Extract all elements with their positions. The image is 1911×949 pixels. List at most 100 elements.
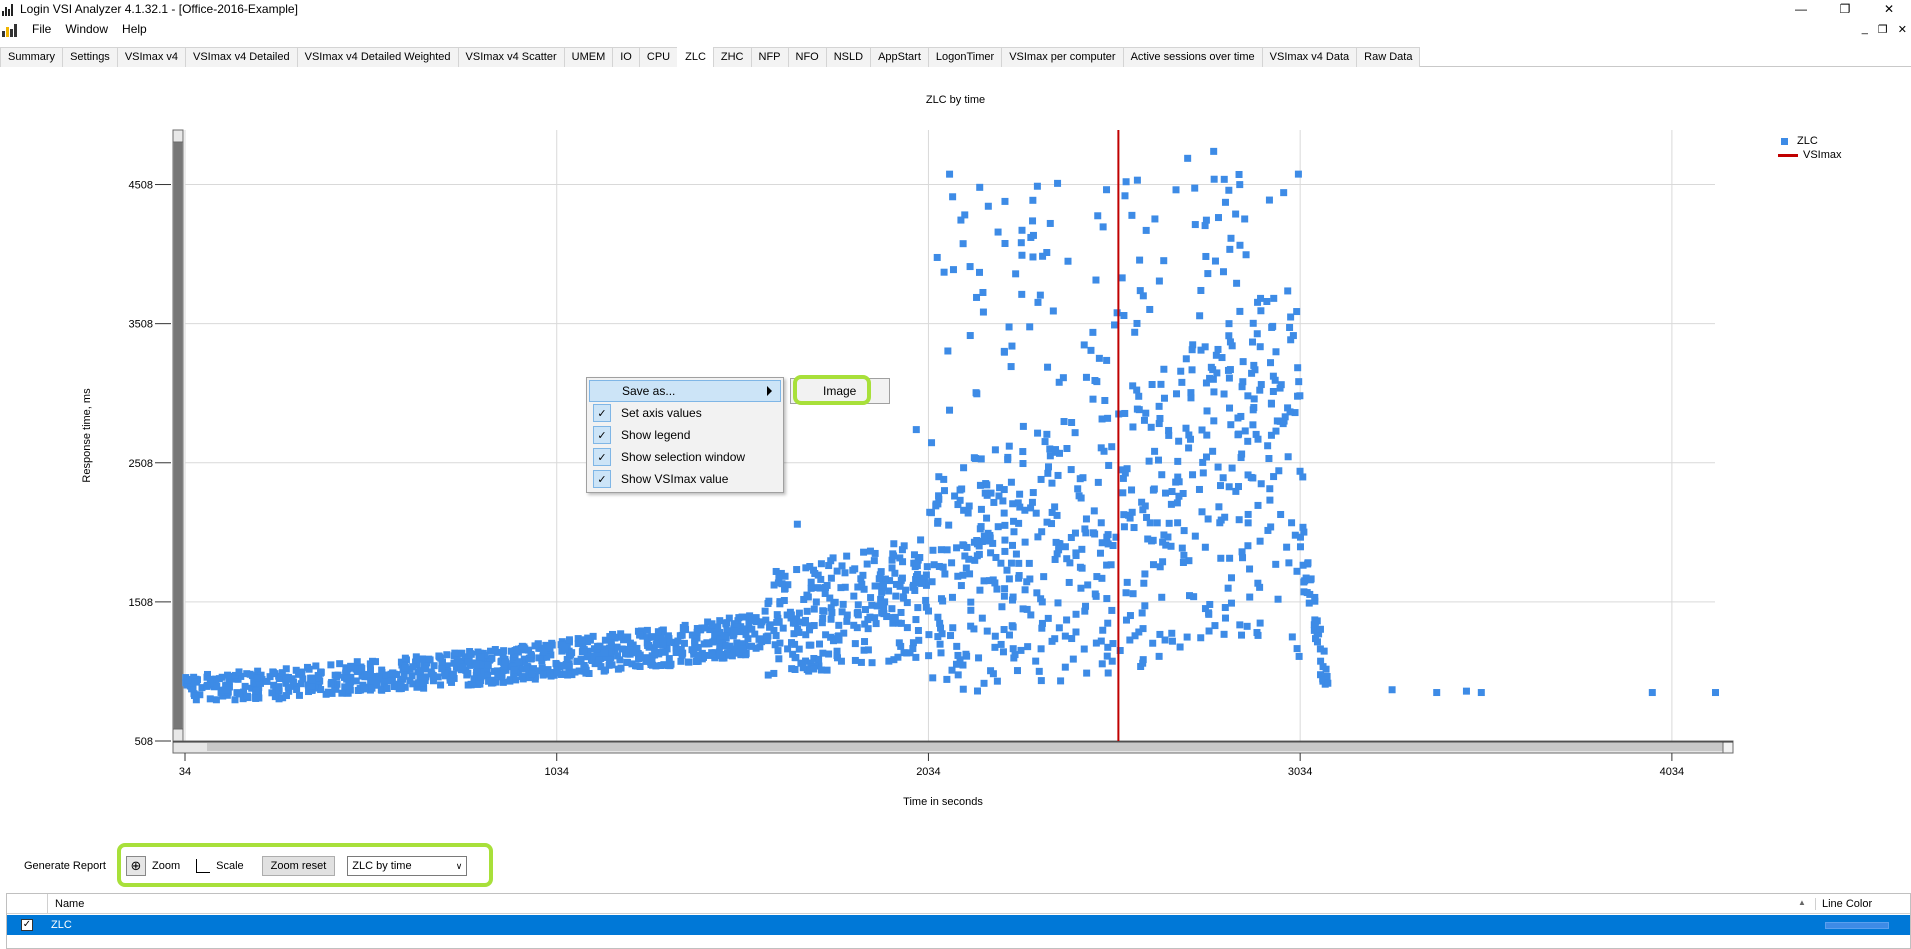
zlc-point (1296, 392, 1304, 400)
zlc-point (1103, 356, 1111, 364)
line-color-swatch[interactable] (1825, 922, 1889, 929)
zlc-point (606, 656, 614, 664)
zlc-point (1227, 421, 1235, 429)
zlc-point (1015, 559, 1023, 567)
zlc-point (1199, 469, 1207, 477)
scale-label[interactable]: Scale (216, 860, 244, 872)
zlc-point (1029, 196, 1037, 204)
zlc-point (903, 599, 911, 607)
zlc-point (966, 332, 974, 340)
zoom-icon[interactable]: ⊕ (126, 856, 146, 876)
zlc-point (954, 671, 962, 679)
zlc-point (837, 657, 845, 665)
zlc-point (1225, 320, 1233, 328)
zlc-point (1143, 513, 1151, 521)
zlc-point (946, 170, 954, 178)
menu-item-show-legend[interactable]: ✓ Show legend (589, 424, 781, 446)
zlc-point (979, 308, 987, 316)
zlc-point (1182, 424, 1190, 432)
zlc-point (883, 613, 891, 621)
zlc-point (1204, 270, 1212, 278)
table-row[interactable]: ✓ ZLC (7, 915, 1910, 935)
zlc-point (1232, 210, 1240, 218)
zlc-point (1121, 409, 1129, 417)
zlc-point (756, 635, 764, 643)
chevron-down-icon: ∨ (455, 860, 463, 871)
zlc-point (701, 624, 709, 632)
chart-toolbar: ⊕ Zoom Scale Zoom reset ZLC by time ∨ (126, 852, 468, 880)
zlc-point (327, 661, 335, 669)
zlc-point (973, 390, 981, 398)
zoom-reset-button[interactable]: Zoom reset (261, 856, 336, 876)
zlc-point (953, 544, 961, 552)
zlc-point (806, 562, 814, 570)
menu-item-set-axis-values[interactable]: ✓ Set axis values (589, 402, 781, 424)
zlc-point (810, 605, 818, 613)
scale-icon[interactable] (196, 859, 211, 873)
zlc-point (1388, 686, 1396, 694)
zlc-point (607, 639, 615, 647)
zlc-point (500, 647, 508, 655)
zlc-point (435, 653, 443, 661)
zlc-point (1051, 503, 1059, 511)
zlc-point (1121, 192, 1129, 200)
zlc-point (1167, 500, 1175, 508)
zlc-point (997, 640, 1005, 648)
zlc-point (1180, 527, 1188, 535)
zlc-point (1034, 533, 1042, 541)
zlc-point (1007, 363, 1015, 371)
chart-type-select[interactable]: ZLC by time ∨ (347, 856, 468, 876)
zlc-point (1120, 312, 1128, 320)
zlc-point (1244, 437, 1252, 445)
zlc-point (1061, 543, 1069, 551)
menu-item-image[interactable]: Image (795, 382, 887, 400)
zlc-point (1054, 471, 1062, 479)
zlc-point (1284, 404, 1292, 412)
zlc-point (1250, 361, 1258, 369)
menu-item-show-selection-window[interactable]: ✓ Show selection window (589, 446, 781, 468)
menu-item-show-vsimax-value[interactable]: ✓ Show VSImax value (589, 468, 781, 490)
zlc-point (934, 517, 942, 525)
zlc-point (793, 566, 801, 574)
zlc-point (218, 673, 226, 681)
zlc-point (1005, 575, 1013, 583)
column-header-line-color[interactable]: Line Color (1815, 898, 1872, 910)
zlc-point (1026, 575, 1034, 583)
zlc-point (1176, 643, 1184, 651)
zlc-point (1099, 626, 1107, 634)
zlc-point (270, 669, 278, 677)
zlc-point (1248, 369, 1256, 377)
generate-report-link[interactable]: Generate Report (24, 860, 106, 872)
zlc-point (722, 642, 730, 650)
zlc-point (1010, 528, 1018, 536)
column-header-name[interactable]: Name (55, 898, 84, 910)
zlc-point (643, 626, 651, 634)
x-tick-label: 3034 (1288, 766, 1312, 778)
zlc-point (981, 489, 989, 497)
zlc-point (1160, 531, 1168, 539)
series-checkbox[interactable]: ✓ (21, 919, 33, 931)
zlc-point (709, 650, 717, 658)
zlc-point (352, 677, 360, 685)
zlc-point (1133, 386, 1141, 394)
zlc-point (1012, 550, 1020, 558)
zlc-point (451, 649, 459, 657)
zlc-point (419, 655, 427, 663)
zoom-label[interactable]: Zoom (152, 860, 180, 872)
zlc-point (879, 581, 887, 589)
zlc-point (929, 674, 937, 682)
zlc-point (991, 632, 999, 640)
zlc-point (1130, 524, 1138, 532)
zlc-point (1004, 456, 1012, 464)
zlc-scatter-chart[interactable]: 34 1034 2034 3034 4034 508 1508 2508 3508 4508 Tim… (0, 0, 1911, 949)
zlc-point (1148, 381, 1156, 389)
zlc-point (1244, 519, 1252, 527)
zlc-point (1060, 418, 1068, 426)
zlc-point (1283, 543, 1291, 551)
zlc-point (775, 655, 783, 663)
zlc-point (1175, 492, 1183, 500)
zlc-point (954, 572, 962, 580)
zlc-point (1269, 388, 1277, 396)
zlc-point (896, 582, 904, 590)
menu-item-save-as[interactable]: Save as... (589, 380, 781, 402)
